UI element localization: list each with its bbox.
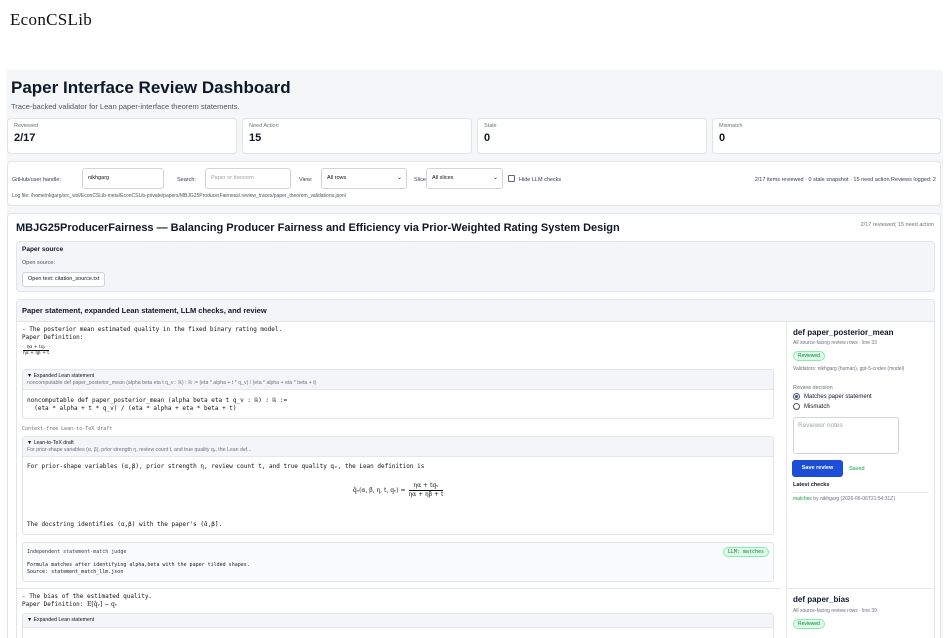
search-input[interactable]: Paper or theorem [205,168,291,189]
lean-code: noncomputable def paper_posterior_mean (… [27,397,288,412]
judge-label: Independent statement-match judge [27,549,127,555]
paper-definition-2: Paper Definition: E[q̂ᵥ] − qᵥ [22,601,118,608]
hide-llm-checkbox[interactable] [508,175,515,182]
radio-checked-icon [793,393,800,400]
expanded-lean-panel: ▼ Expanded Lean statement noncomputable d… [22,369,774,419]
stat-stale: Stale 0 [477,118,707,154]
page-subtitle: Trace-backed validator for Lean paper-in… [11,102,240,111]
stat-reviewed: Reviewed 2/17 [7,118,237,154]
row-divider [17,588,781,589]
latest-checks-heading: Latest checks [793,482,830,488]
tex-body: For prior-shape variables (α,β), prior s… [27,463,425,470]
open-source-label: Open source: [22,260,56,266]
paper-source-panel: Paper source Open source: Open text: cit… [16,241,935,292]
radio-mismatch[interactable]: Mismatch [793,403,830,410]
lean-to-tex-toggle[interactable]: ▼ Lean-to-TeX draft For prior-shape varia… [23,437,773,457]
llm-match-badge: LLM: matches [722,547,769,557]
judge-panel: Independent statement-match judge LLM: m… [22,542,774,582]
latest-check-link[interactable]: matches [793,496,812,502]
tex-formula: q̂ᵥ(α, β, η, t, qᵥ) = ηα + tqᵥ ηα + ηβ + … [353,482,444,498]
review-section: Paper statement, expanded Lean statement… [16,299,935,638]
review-section-heading: Paper statement, expanded Lean statement… [17,300,934,322]
review-sidebar: def paper_posterior_mean All source-faci… [786,322,934,638]
review-item-title: def paper_posterior_mean [793,328,894,337]
review-item-sub-2: All source-facing review rows · line 39 [793,608,877,614]
paper-source-heading: Paper source [22,246,64,253]
statement-description: - The posterior mean estimated quality i… [22,326,283,333]
reviewed-badge-2: Reviewed [793,619,825,629]
stat-need-action: Need Action 15 [242,118,472,154]
filter-bar: GitHub/user handle: nikhgarg Search: Pap… [7,161,941,206]
validators-text: Validators: nikhgarg (human), gpt-5-code… [793,366,905,372]
paper-definition-label: Paper Definition: [22,333,84,341]
docstring-note: The docstring identifies (α,β) with the … [27,521,223,528]
handle-input[interactable]: nikhgarg [82,168,164,189]
radio-matches[interactable]: Matches paper statement [793,393,872,400]
save-review-button[interactable]: Save review [792,460,843,477]
paper-definition-formula: ηα + tqᵥ ηα + ηβ + t [23,345,50,356]
hide-llm-label: Hide LLM checks [519,177,562,183]
expanded-lean-toggle[interactable]: ▼ Expanded Lean statement noncomputable d… [23,370,773,390]
paper-title: MBJG25ProducerFairness — Balancing Produ… [16,222,620,234]
review-summary: 2/17 items reviewed · 0 stale snapshot ·… [754,177,936,183]
latest-check-entry: matches by nikhgarg (2026-06-06T21:54:31… [793,496,896,502]
page-title: Paper Interface Review Dashboard [11,78,291,97]
review-item-title-2: def paper_bias [793,595,850,604]
slice-select[interactable]: All slices ⌄ [426,168,503,189]
paper-card: MBJG25ProducerFairness — Balancing Produ… [7,213,941,638]
saved-status: Saved [849,466,865,472]
context-free-label: Context-free Lean-to-TeX draft [22,426,113,432]
reviewer-notes-input[interactable]: Reviewer notes [793,417,899,454]
search-label: Search: [177,177,196,183]
chevron-down-icon: ⌄ [492,175,498,181]
open-text-button[interactable]: Open text: citation_source.txt [22,272,106,287]
radio-unchecked-icon [793,403,800,410]
latest-divider [793,492,929,493]
expanded-lean-panel-2: ▼ Expanded Lean statement [22,613,774,638]
lean-to-tex-panel: ▼ Lean-to-TeX draft For prior-shape varia… [22,436,774,535]
review-item-sub: All source-facing review rows · line 33 [793,340,877,346]
view-label: View: [299,177,313,183]
view-select[interactable]: All rows ⌄ [321,168,407,189]
chevron-down-icon: ⌄ [396,175,402,181]
expanded-lean-toggle-2[interactable]: ▼ Expanded Lean statement [23,614,773,628]
review-decision-label: Review decision [793,385,833,391]
reviewed-badge: Reviewed [793,351,825,361]
stat-mismatch: Mismatch 0 [712,118,941,154]
statement-description-2: - The bias of the estimated quality. [22,593,153,600]
statement-column: - The posterior mean estimated quality i… [17,322,781,638]
brand-logo: EconCSLib [10,10,93,29]
dashboard: Paper Interface Review Dashboard Trace-b… [7,70,943,638]
log-file-path: Log file: /home/nkgarg/src_wsl/EconCSLib… [12,193,346,199]
handle-label: GitHub/user handle: [12,177,61,183]
judge-text: Formula matches after identifying alpha,… [27,562,250,575]
paper-meta: 2/17 reviewed; 15 need action [860,222,934,228]
sidebar-divider [787,588,934,589]
